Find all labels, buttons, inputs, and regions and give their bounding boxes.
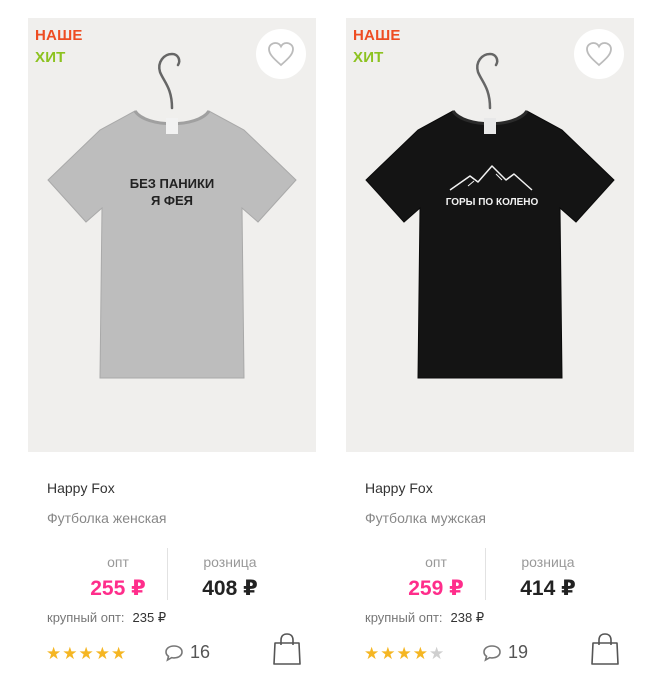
- retail-price: розница 408 ₽: [170, 554, 290, 601]
- product-card[interactable]: БЕЗ ПАНИКИ Я ФЕЯ НАШЕ ХИТ Happy Fox Футб…: [28, 18, 316, 680]
- heart-icon: [268, 42, 294, 67]
- add-to-cart-button[interactable]: [590, 632, 620, 671]
- add-to-cart-button[interactable]: [272, 632, 302, 671]
- star-icon: ★: [396, 644, 412, 663]
- star-icon: ★: [111, 644, 127, 663]
- star-icon: ★: [94, 644, 110, 663]
- star-icon: ★: [78, 644, 94, 663]
- rating-stars[interactable]: ★ ★ ★ ★ ★: [46, 645, 126, 662]
- wholesale-price-label: опт: [425, 554, 447, 570]
- bulk-price-value: 238 ₽: [450, 610, 485, 625]
- star-icon: ★: [46, 644, 62, 663]
- star-icon: ★: [429, 644, 445, 663]
- shopping-bag-icon: [273, 633, 301, 665]
- product-brand[interactable]: Happy Fox: [365, 480, 433, 496]
- favorite-button[interactable]: [256, 29, 306, 79]
- badge-new: НАШЕ: [353, 27, 401, 44]
- comments-link[interactable]: 16: [164, 642, 210, 663]
- star-icon: ★: [380, 644, 396, 663]
- badge-new: НАШЕ: [35, 27, 83, 44]
- badge-hit: ХИТ: [35, 49, 66, 66]
- retail-price-label: розница: [521, 554, 575, 570]
- rating-stars[interactable]: ★ ★ ★ ★ ★: [364, 645, 444, 662]
- comment-icon: [165, 644, 183, 662]
- tshirt-image: ГОРЫ ПО КОЛЕНО: [365, 52, 615, 379]
- retail-price-label: розница: [203, 554, 257, 570]
- price-divider: [485, 548, 486, 600]
- shirt-print-line2: Я ФЕЯ: [151, 193, 193, 208]
- product-title[interactable]: Футболка женская: [47, 510, 167, 526]
- shirt-print-line1: БЕЗ ПАНИКИ: [130, 176, 215, 191]
- tshirt-image: БЕЗ ПАНИКИ Я ФЕЯ: [47, 52, 297, 379]
- comment-count: 19: [508, 642, 529, 662]
- retail-price-value: 408 ₽: [202, 577, 258, 600]
- bulk-price-label: крупный опт:: [365, 610, 443, 625]
- product-image[interactable]: БЕЗ ПАНИКИ Я ФЕЯ НАШЕ ХИТ: [28, 18, 316, 452]
- star-icon: ★: [62, 644, 78, 663]
- comment-count: 16: [190, 642, 211, 662]
- wholesale-price-value: 259 ₽: [408, 577, 464, 600]
- wholesale-price-value: 255 ₽: [90, 577, 146, 600]
- star-icon: ★: [412, 644, 428, 663]
- wholesale-price-label: опт: [107, 554, 129, 570]
- retail-price: розница 414 ₽: [488, 554, 608, 601]
- bulk-wholesale-price: крупный опт: 238 ₽: [365, 610, 484, 626]
- product-card[interactable]: ГОРЫ ПО КОЛЕНО НАШЕ ХИТ Happy Fox Футбол…: [346, 18, 634, 680]
- shopping-bag-icon: [591, 633, 619, 665]
- shirt-print-line1: ГОРЫ ПО КОЛЕНО: [446, 197, 539, 208]
- favorite-button[interactable]: [574, 29, 624, 79]
- bulk-price-label: крупный опт:: [47, 610, 125, 625]
- badge-hit: ХИТ: [353, 49, 384, 66]
- product-brand[interactable]: Happy Fox: [47, 480, 115, 496]
- heart-icon: [586, 42, 612, 67]
- star-icon: ★: [364, 644, 380, 663]
- price-divider: [167, 548, 168, 600]
- comments-link[interactable]: 19: [482, 642, 528, 663]
- bulk-wholesale-price: крупный опт: 235 ₽: [47, 610, 166, 626]
- wholesale-price: опт 259 ₽: [376, 554, 496, 601]
- product-image[interactable]: ГОРЫ ПО КОЛЕНО НАШЕ ХИТ: [346, 18, 634, 452]
- wholesale-price: опт 255 ₽: [58, 554, 178, 601]
- comment-icon: [483, 644, 501, 662]
- retail-price-value: 414 ₽: [520, 577, 576, 600]
- bulk-price-value: 235 ₽: [132, 610, 167, 625]
- product-title[interactable]: Футболка мужская: [365, 510, 486, 526]
